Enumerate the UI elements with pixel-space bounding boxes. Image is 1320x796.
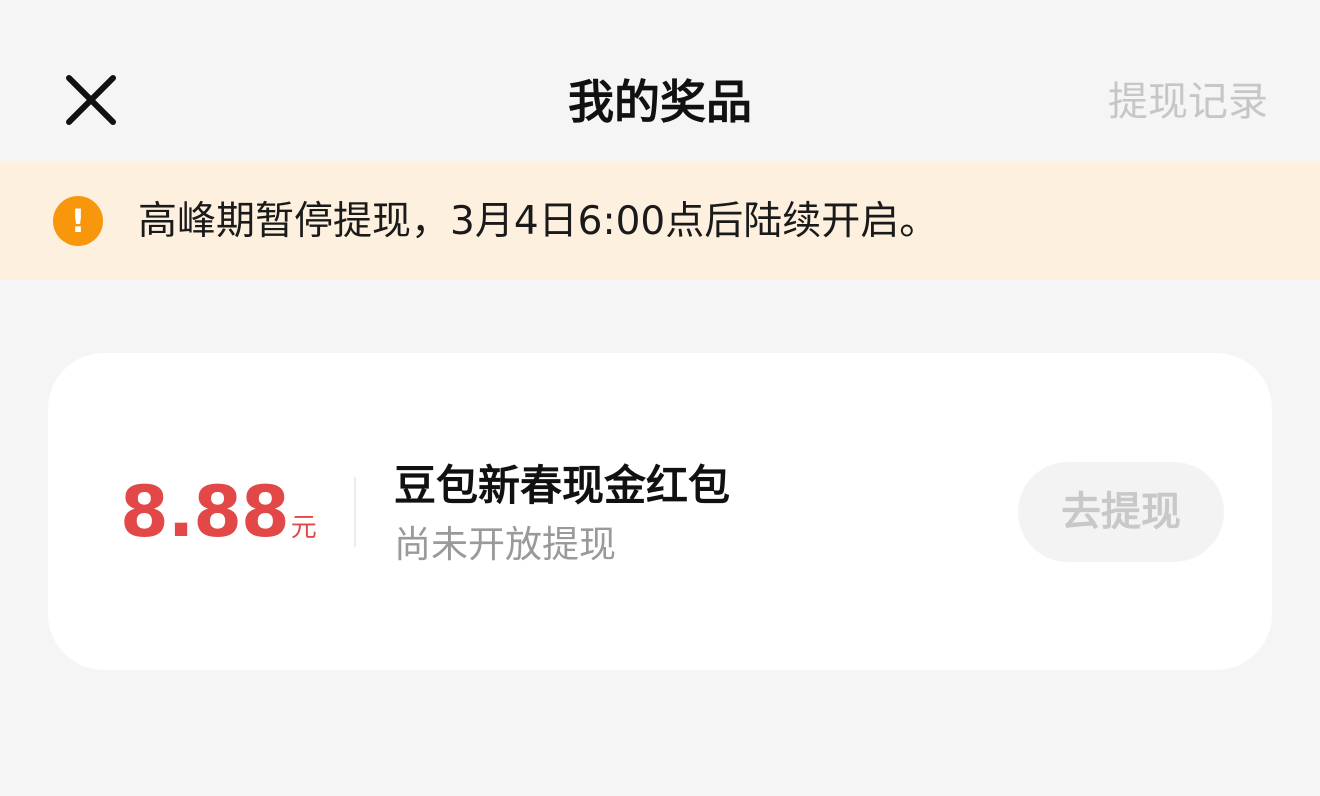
warning-icon: ! [53,196,103,246]
withdraw-history-link[interactable]: 提现记录 [1108,74,1268,130]
prize-amount: 8.88元 [120,470,317,554]
warning-icon-glyph: ! [70,202,86,240]
prize-amount-unit: 元 [290,513,317,543]
withdraw-button[interactable]: 去提现 [1018,462,1224,562]
prize-status: 尚未开放提现 [394,523,616,566]
notice-text: 高峰期暂停提现，3月4日6:00点后陆续开启。 [138,199,939,244]
prize-amount-value: 8.88 [120,471,290,553]
divider [354,477,356,547]
prize-title: 豆包新春现金红包 [394,461,731,510]
